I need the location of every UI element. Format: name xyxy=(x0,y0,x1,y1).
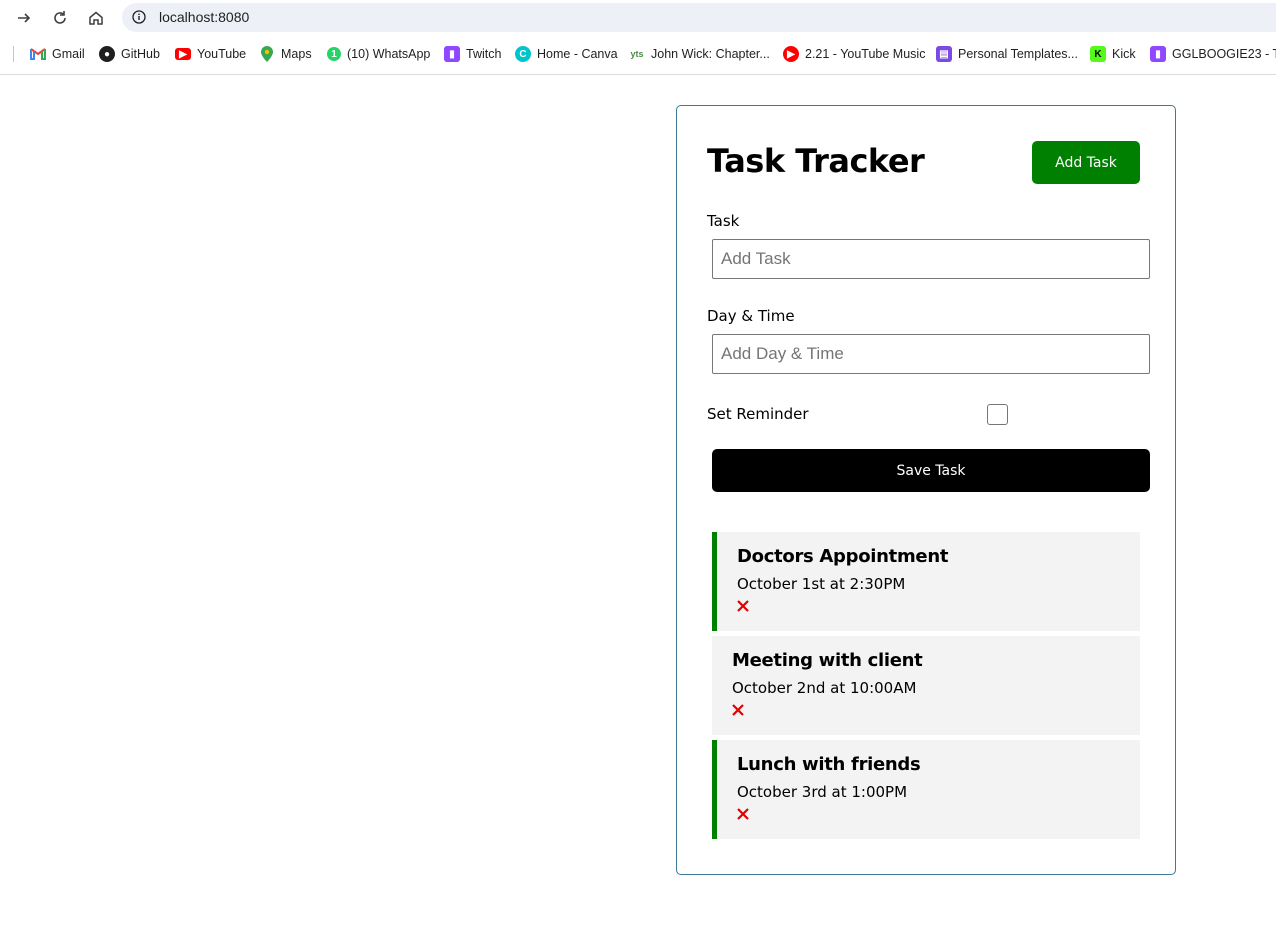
page-title: Task Tracker xyxy=(707,142,925,180)
twitch-icon: ▮ xyxy=(444,46,460,62)
chrome-divider xyxy=(0,74,1276,75)
bookmark-youtube-music[interactable]: ▶ 2.21 - YouTube Music xyxy=(783,45,925,63)
bookmark-label: Gmail xyxy=(52,47,85,61)
bookmark-john-wick[interactable]: yts John Wick: Chapter... xyxy=(629,45,770,63)
delete-icon[interactable] xyxy=(737,808,749,820)
bookmark-gmail[interactable]: Gmail xyxy=(30,45,85,63)
kick-icon: K xyxy=(1090,46,1106,62)
task-item[interactable]: Lunch with friends October 3rd at 1:00PM xyxy=(712,740,1140,839)
delete-icon[interactable] xyxy=(732,704,744,716)
save-task-button[interactable]: Save Task xyxy=(712,449,1150,492)
browser-toolbar: localhost:8080 xyxy=(0,0,1276,36)
bookmark-label: GGLBOOGIE23 - Tw xyxy=(1172,47,1276,61)
bookmark-label: Maps xyxy=(281,47,312,61)
add-task-button[interactable]: Add Task xyxy=(1032,141,1140,184)
bookmarks-divider xyxy=(13,46,14,62)
bookmark-label: GitHub xyxy=(121,47,160,61)
address-bar[interactable]: localhost:8080 xyxy=(122,3,1276,32)
reload-icon[interactable] xyxy=(48,6,72,30)
task-label: Task xyxy=(707,212,740,230)
github-icon: ● xyxy=(99,46,115,62)
twitch-icon: ▮ xyxy=(1150,46,1166,62)
bookmark-label: Kick xyxy=(1112,47,1136,61)
bookmark-twitch[interactable]: ▮ Twitch xyxy=(444,45,501,63)
task-day: October 2nd at 10:00AM xyxy=(732,679,917,697)
bookmark-label: 2.21 - YouTube Music xyxy=(805,47,926,61)
bookmark-label: Personal Templates... xyxy=(958,47,1078,61)
task-day: October 1st at 2:30PM xyxy=(737,575,906,593)
bookmark-whatsapp[interactable]: 1 (10) WhatsApp xyxy=(327,45,430,63)
day-time-input[interactable] xyxy=(712,334,1150,374)
bookmarks-bar: Gmail ● GitHub ▶ YouTube Maps 1 (10) Wha… xyxy=(0,38,1276,70)
bookmark-youtube[interactable]: ▶ YouTube xyxy=(175,45,246,63)
bookmark-canva[interactable]: C Home - Canva xyxy=(515,45,618,63)
bookmark-label: Home - Canva xyxy=(537,47,618,61)
task-input[interactable] xyxy=(712,239,1150,279)
youtube-icon: ▶ xyxy=(175,48,191,60)
task-title: Meeting with client xyxy=(732,650,923,671)
whatsapp-icon: 1 xyxy=(327,47,341,61)
bookmark-kick[interactable]: K Kick xyxy=(1090,45,1136,63)
task-title: Doctors Appointment xyxy=(737,546,949,567)
bookmark-label: YouTube xyxy=(197,47,247,61)
url-text: localhost:8080 xyxy=(159,9,250,25)
site-icon: yts xyxy=(630,49,644,59)
task-day: October 3rd at 1:00PM xyxy=(737,783,908,801)
bookmark-label: Twitch xyxy=(466,47,502,61)
templates-icon: ▤ xyxy=(936,46,952,62)
task-item[interactable]: Doctors Appointment October 1st at 2:30P… xyxy=(712,532,1140,631)
home-icon[interactable] xyxy=(84,6,108,30)
task-tracker-container: Task Tracker Add Task Task Day & Time Se… xyxy=(676,105,1176,875)
forward-icon[interactable] xyxy=(12,6,36,30)
bookmark-label: John Wick: Chapter... xyxy=(651,47,770,61)
youtube-music-icon: ▶ xyxy=(783,46,799,62)
bookmark-label: (10) WhatsApp xyxy=(347,47,431,61)
canva-icon: C xyxy=(515,46,531,62)
day-time-label: Day & Time xyxy=(707,307,795,325)
reminder-checkbox[interactable] xyxy=(987,404,1008,425)
bookmark-personal-templates[interactable]: ▤ Personal Templates... xyxy=(936,45,1078,63)
bookmark-gglboogie[interactable]: ▮ GGLBOOGIE23 - Tw xyxy=(1150,45,1276,63)
task-item[interactable]: Meeting with client October 2nd at 10:00… xyxy=(712,636,1140,735)
bookmark-github[interactable]: ● GitHub xyxy=(99,45,160,63)
bookmark-maps[interactable]: Maps xyxy=(259,45,312,63)
gmail-icon xyxy=(30,46,46,62)
delete-icon[interactable] xyxy=(737,600,749,612)
site-info-icon[interactable] xyxy=(132,10,146,24)
maps-icon xyxy=(259,46,275,62)
reminder-label: Set Reminder xyxy=(707,405,809,423)
task-title: Lunch with friends xyxy=(737,754,921,775)
